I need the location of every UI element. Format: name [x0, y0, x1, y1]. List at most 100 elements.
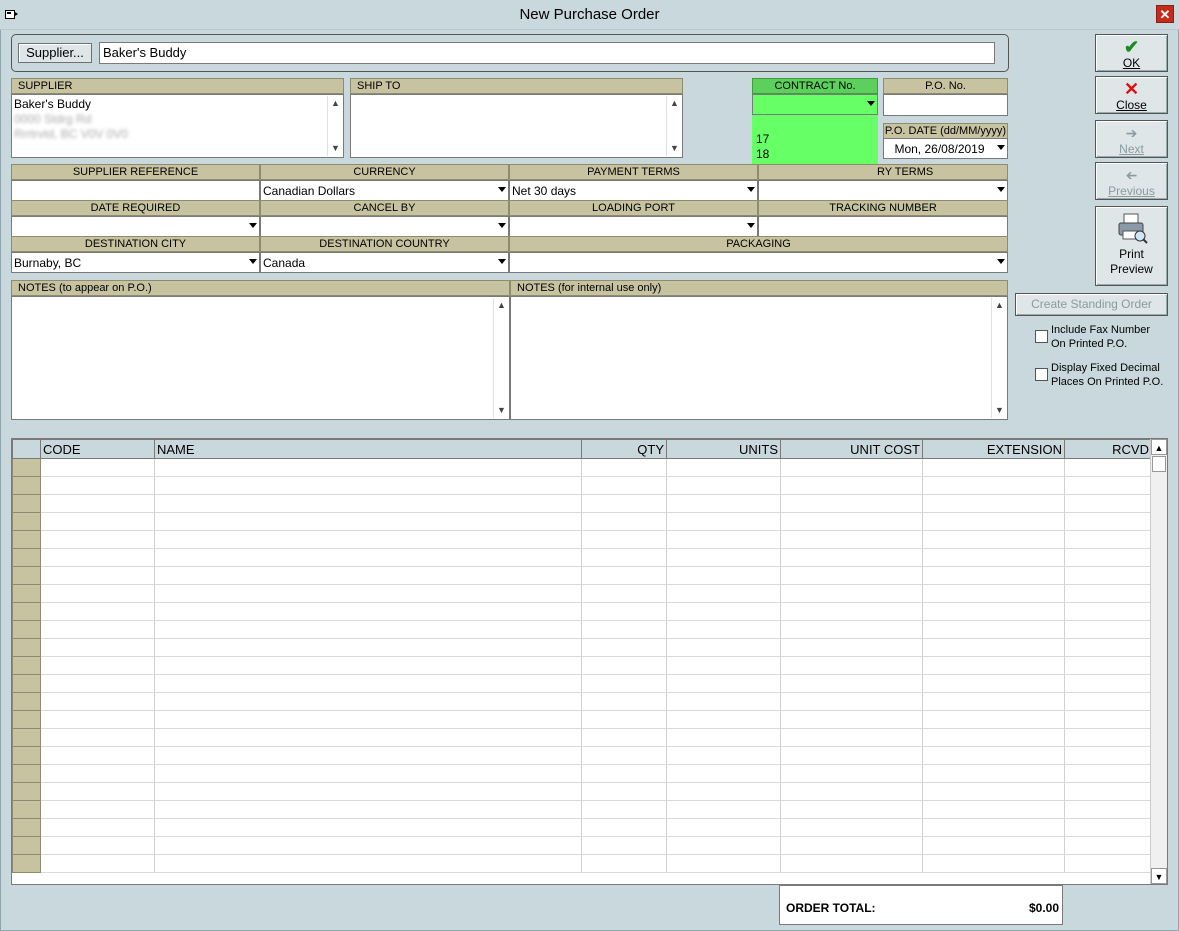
grid-cell[interactable]: [780, 620, 923, 639]
grid-cell[interactable]: [666, 854, 781, 873]
grid-cell[interactable]: [40, 782, 155, 801]
grid-cell[interactable]: [1064, 602, 1152, 621]
grid-cell[interactable]: [922, 530, 1065, 549]
grid-cell[interactable]: [922, 764, 1065, 783]
table-row[interactable]: [12, 530, 1152, 549]
next-button[interactable]: ➔ Next: [1095, 120, 1168, 158]
grid-cell[interactable]: [40, 620, 155, 639]
table-row[interactable]: [12, 782, 1152, 801]
table-row[interactable]: [12, 494, 1152, 513]
grid-cell[interactable]: [581, 674, 667, 693]
cancel-by-select[interactable]: [260, 216, 509, 237]
create-standing-order-button[interactable]: Create Standing Order: [1015, 293, 1168, 316]
grid-cell[interactable]: [1064, 764, 1152, 783]
destination-city-select[interactable]: Burnaby, BC: [11, 252, 260, 273]
loading-port-select[interactable]: [509, 216, 758, 237]
supplier-address-scrollbar[interactable]: ▲ ▼: [327, 96, 342, 156]
grid-cell[interactable]: [581, 818, 667, 837]
row-selector[interactable]: [12, 782, 41, 801]
grid-cell[interactable]: [780, 836, 923, 855]
column-header-name[interactable]: NAME: [154, 439, 582, 459]
grid-cell[interactable]: [581, 728, 667, 747]
column-header-qty[interactable]: QTY: [581, 439, 667, 459]
grid-cell[interactable]: [922, 710, 1065, 729]
grid-cell[interactable]: [780, 854, 923, 873]
grid-cell[interactable]: [780, 458, 923, 477]
grid-cell[interactable]: [780, 764, 923, 783]
print-preview-button[interactable]: Print Preview: [1095, 206, 1168, 286]
grid-cell[interactable]: [581, 656, 667, 675]
grid-cell[interactable]: [1064, 620, 1152, 639]
row-selector[interactable]: [12, 764, 41, 783]
grid-cell[interactable]: [581, 746, 667, 765]
grid-cell[interactable]: [154, 494, 582, 513]
supplier-address-box[interactable]: Baker's Buddy 0000 Stdrg Rd Rrrtrvtd, BC…: [11, 94, 344, 158]
grid-cell[interactable]: [581, 548, 667, 567]
grid-cell[interactable]: [922, 818, 1065, 837]
grid-cell[interactable]: [154, 512, 582, 531]
grid-cell[interactable]: [666, 656, 781, 675]
contract-option[interactable]: 17: [756, 132, 874, 147]
row-selector[interactable]: [12, 476, 41, 495]
grid-cell[interactable]: [154, 476, 582, 495]
row-selector[interactable]: [12, 854, 41, 873]
table-row[interactable]: [12, 854, 1152, 873]
grid-cell[interactable]: [780, 800, 923, 819]
ship-to-scrollbar[interactable]: ▲ ▼: [666, 96, 681, 156]
supplier-button[interactable]: Supplier...: [18, 43, 92, 63]
table-row[interactable]: [12, 692, 1152, 711]
grid-cell[interactable]: [1064, 674, 1152, 693]
grid-cell[interactable]: [1064, 512, 1152, 531]
grid-cell[interactable]: [1064, 494, 1152, 513]
grid-cell[interactable]: [154, 854, 582, 873]
grid-cell[interactable]: [1064, 818, 1152, 837]
grid-cell[interactable]: [666, 728, 781, 747]
grid-cell[interactable]: [780, 602, 923, 621]
grid-cell[interactable]: [780, 584, 923, 603]
grid-cell[interactable]: [581, 710, 667, 729]
row-selector[interactable]: [12, 836, 41, 855]
ok-button[interactable]: ✔ OK: [1095, 34, 1168, 72]
grid-cell[interactable]: [666, 512, 781, 531]
grid-cell[interactable]: [154, 836, 582, 855]
grid-cell[interactable]: [1064, 710, 1152, 729]
table-row[interactable]: [12, 728, 1152, 747]
grid-cell[interactable]: [666, 764, 781, 783]
grid-cell[interactable]: [666, 566, 781, 585]
row-selector[interactable]: [12, 656, 41, 675]
grid-cell[interactable]: [780, 746, 923, 765]
grid-cell[interactable]: [40, 584, 155, 603]
table-row[interactable]: [12, 746, 1152, 765]
grid-cell[interactable]: [581, 602, 667, 621]
grid-cell[interactable]: [780, 692, 923, 711]
row-selector[interactable]: [12, 728, 41, 747]
grid-cell[interactable]: [581, 494, 667, 513]
row-selector[interactable]: [12, 458, 41, 477]
grid-cell[interactable]: [780, 782, 923, 801]
scroll-down-icon[interactable]: ▼: [1151, 868, 1167, 884]
grid-cell[interactable]: [40, 602, 155, 621]
payment-terms-select[interactable]: Net 30 days: [509, 180, 758, 201]
column-header-extension[interactable]: EXTENSION: [922, 439, 1065, 459]
grid-cell[interactable]: [581, 782, 667, 801]
table-row[interactable]: [12, 818, 1152, 837]
grid-cell[interactable]: [1064, 692, 1152, 711]
grid-cell[interactable]: [581, 566, 667, 585]
grid-cell[interactable]: [581, 476, 667, 495]
grid-cell[interactable]: [40, 548, 155, 567]
grid-cell[interactable]: [154, 782, 582, 801]
grid-cell[interactable]: [581, 530, 667, 549]
chevron-down-icon[interactable]: [249, 259, 257, 264]
row-selector[interactable]: [12, 530, 41, 549]
grid-cell[interactable]: [40, 512, 155, 531]
grid-cell[interactable]: [154, 728, 582, 747]
currency-select[interactable]: Canadian Dollars: [260, 180, 509, 201]
row-selector[interactable]: [12, 800, 41, 819]
grid-cell[interactable]: [1064, 548, 1152, 567]
grid-cell[interactable]: [40, 710, 155, 729]
grid-cell[interactable]: [1064, 458, 1152, 477]
grid-cell[interactable]: [922, 674, 1065, 693]
notes-internal-scrollbar[interactable]: ▲ ▼: [991, 298, 1006, 418]
grid-cell[interactable]: [581, 800, 667, 819]
supplier-reference-field[interactable]: [11, 180, 260, 201]
